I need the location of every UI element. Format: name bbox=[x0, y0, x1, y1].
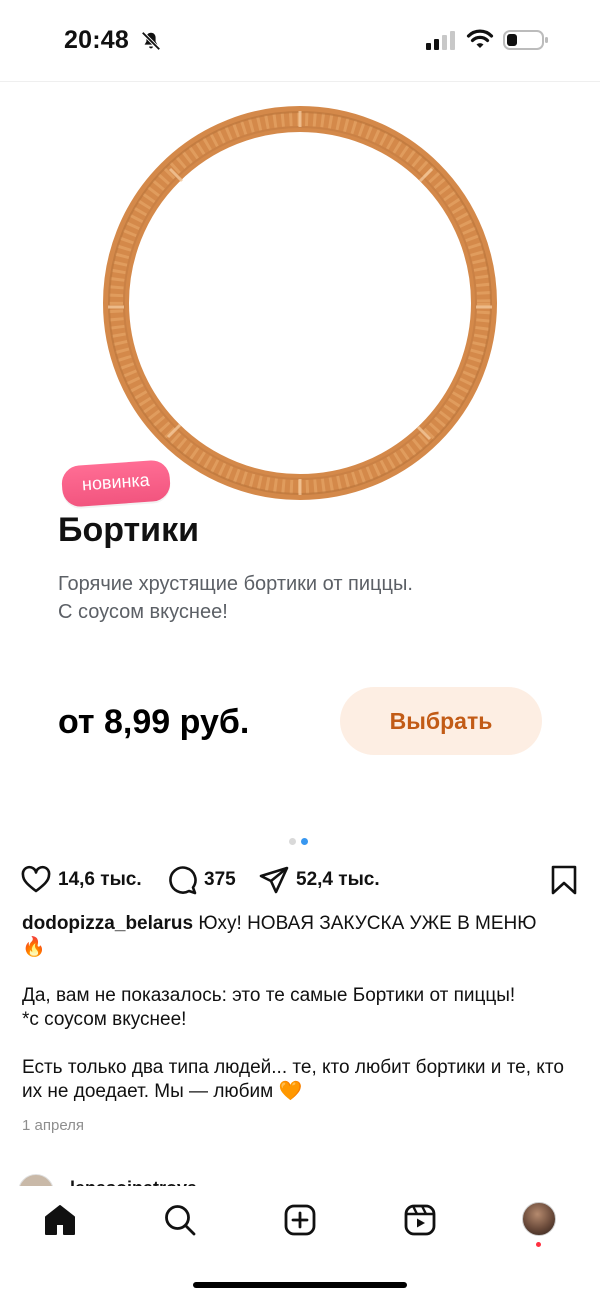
post-date: 1 апреля bbox=[22, 1117, 85, 1134]
caption-username[interactable]: dodopizza_belarus bbox=[22, 913, 193, 934]
carousel-indicator bbox=[289, 838, 308, 845]
caption-text: *с соусом вкуснее! bbox=[22, 1009, 187, 1030]
product-price: от 8,99 руб. bbox=[58, 703, 250, 741]
like-count: 14,6 тыс. bbox=[58, 869, 142, 890]
reels-icon bbox=[404, 1204, 436, 1236]
status-bar: 20:48 bbox=[0, 0, 600, 82]
battery-icon bbox=[503, 30, 548, 50]
carousel-dot-active bbox=[301, 838, 308, 845]
heart-emoji: 🧡 bbox=[278, 1081, 303, 1102]
comment-icon bbox=[169, 866, 197, 895]
bookmark-icon bbox=[551, 865, 577, 895]
carousel-dot bbox=[289, 838, 296, 845]
product-description-line: Горячие хрустящие бортики от пиццы. bbox=[58, 573, 413, 595]
product-title: Бортики bbox=[58, 511, 199, 549]
caption-text: Да, вам не показалось: это те самые Борт… bbox=[22, 985, 516, 1006]
profile-avatar bbox=[522, 1202, 556, 1236]
comment-preview[interactable]: lenasoinatrova bbox=[18, 1174, 258, 1186]
pizza-crust-image bbox=[103, 106, 497, 500]
select-button[interactable]: Выбрать bbox=[340, 687, 542, 755]
wifi-icon bbox=[466, 29, 494, 48]
caption-text: Юху! НОВАЯ ЗАКУСКА УЖЕ В МЕНЮ bbox=[198, 913, 537, 934]
status-time: 20:48 bbox=[64, 26, 129, 54]
send-icon bbox=[259, 866, 289, 894]
post-carousel-slide[interactable]: новинка Бортики Горячие хрустящие бортик… bbox=[0, 83, 600, 820]
signal-icon bbox=[426, 31, 455, 50]
comment-username: lenasoinatrova bbox=[70, 1178, 197, 1186]
home-icon bbox=[45, 1205, 75, 1235]
post-caption: dodopizza_belarus Юху! НОВАЯ ЗАКУСКА УЖЕ… bbox=[22, 912, 578, 1104]
tab-home[interactable] bbox=[42, 1202, 78, 1238]
new-badge: новинка bbox=[60, 459, 172, 508]
tab-profile[interactable] bbox=[522, 1202, 558, 1238]
comment-button[interactable]: 375 bbox=[166, 864, 236, 896]
tab-reels[interactable] bbox=[402, 1202, 438, 1238]
comment-count: 375 bbox=[204, 869, 236, 890]
search-icon bbox=[165, 1205, 196, 1236]
share-button[interactable]: 52,4 тыс. bbox=[258, 864, 380, 896]
like-button[interactable]: 14,6 тыс. bbox=[20, 864, 142, 896]
tab-search[interactable] bbox=[162, 1202, 198, 1238]
notification-dot bbox=[536, 1242, 541, 1247]
tab-create[interactable] bbox=[282, 1202, 318, 1238]
product-description-line: С соусом вкуснее! bbox=[58, 601, 228, 623]
post-actions: 14,6 тыс. 375 52,4 тыс. bbox=[0, 860, 600, 902]
fire-emoji: 🔥 bbox=[22, 937, 46, 958]
product-description: Горячие хрустящие бортики от пиццы. С со… bbox=[58, 570, 518, 626]
share-count: 52,4 тыс. bbox=[296, 869, 380, 890]
create-icon bbox=[284, 1204, 316, 1236]
bell-slash-icon bbox=[141, 31, 161, 51]
home-indicator bbox=[193, 1282, 407, 1288]
heart-icon bbox=[21, 865, 51, 893]
save-button[interactable] bbox=[548, 864, 580, 896]
avatar bbox=[18, 1174, 54, 1186]
